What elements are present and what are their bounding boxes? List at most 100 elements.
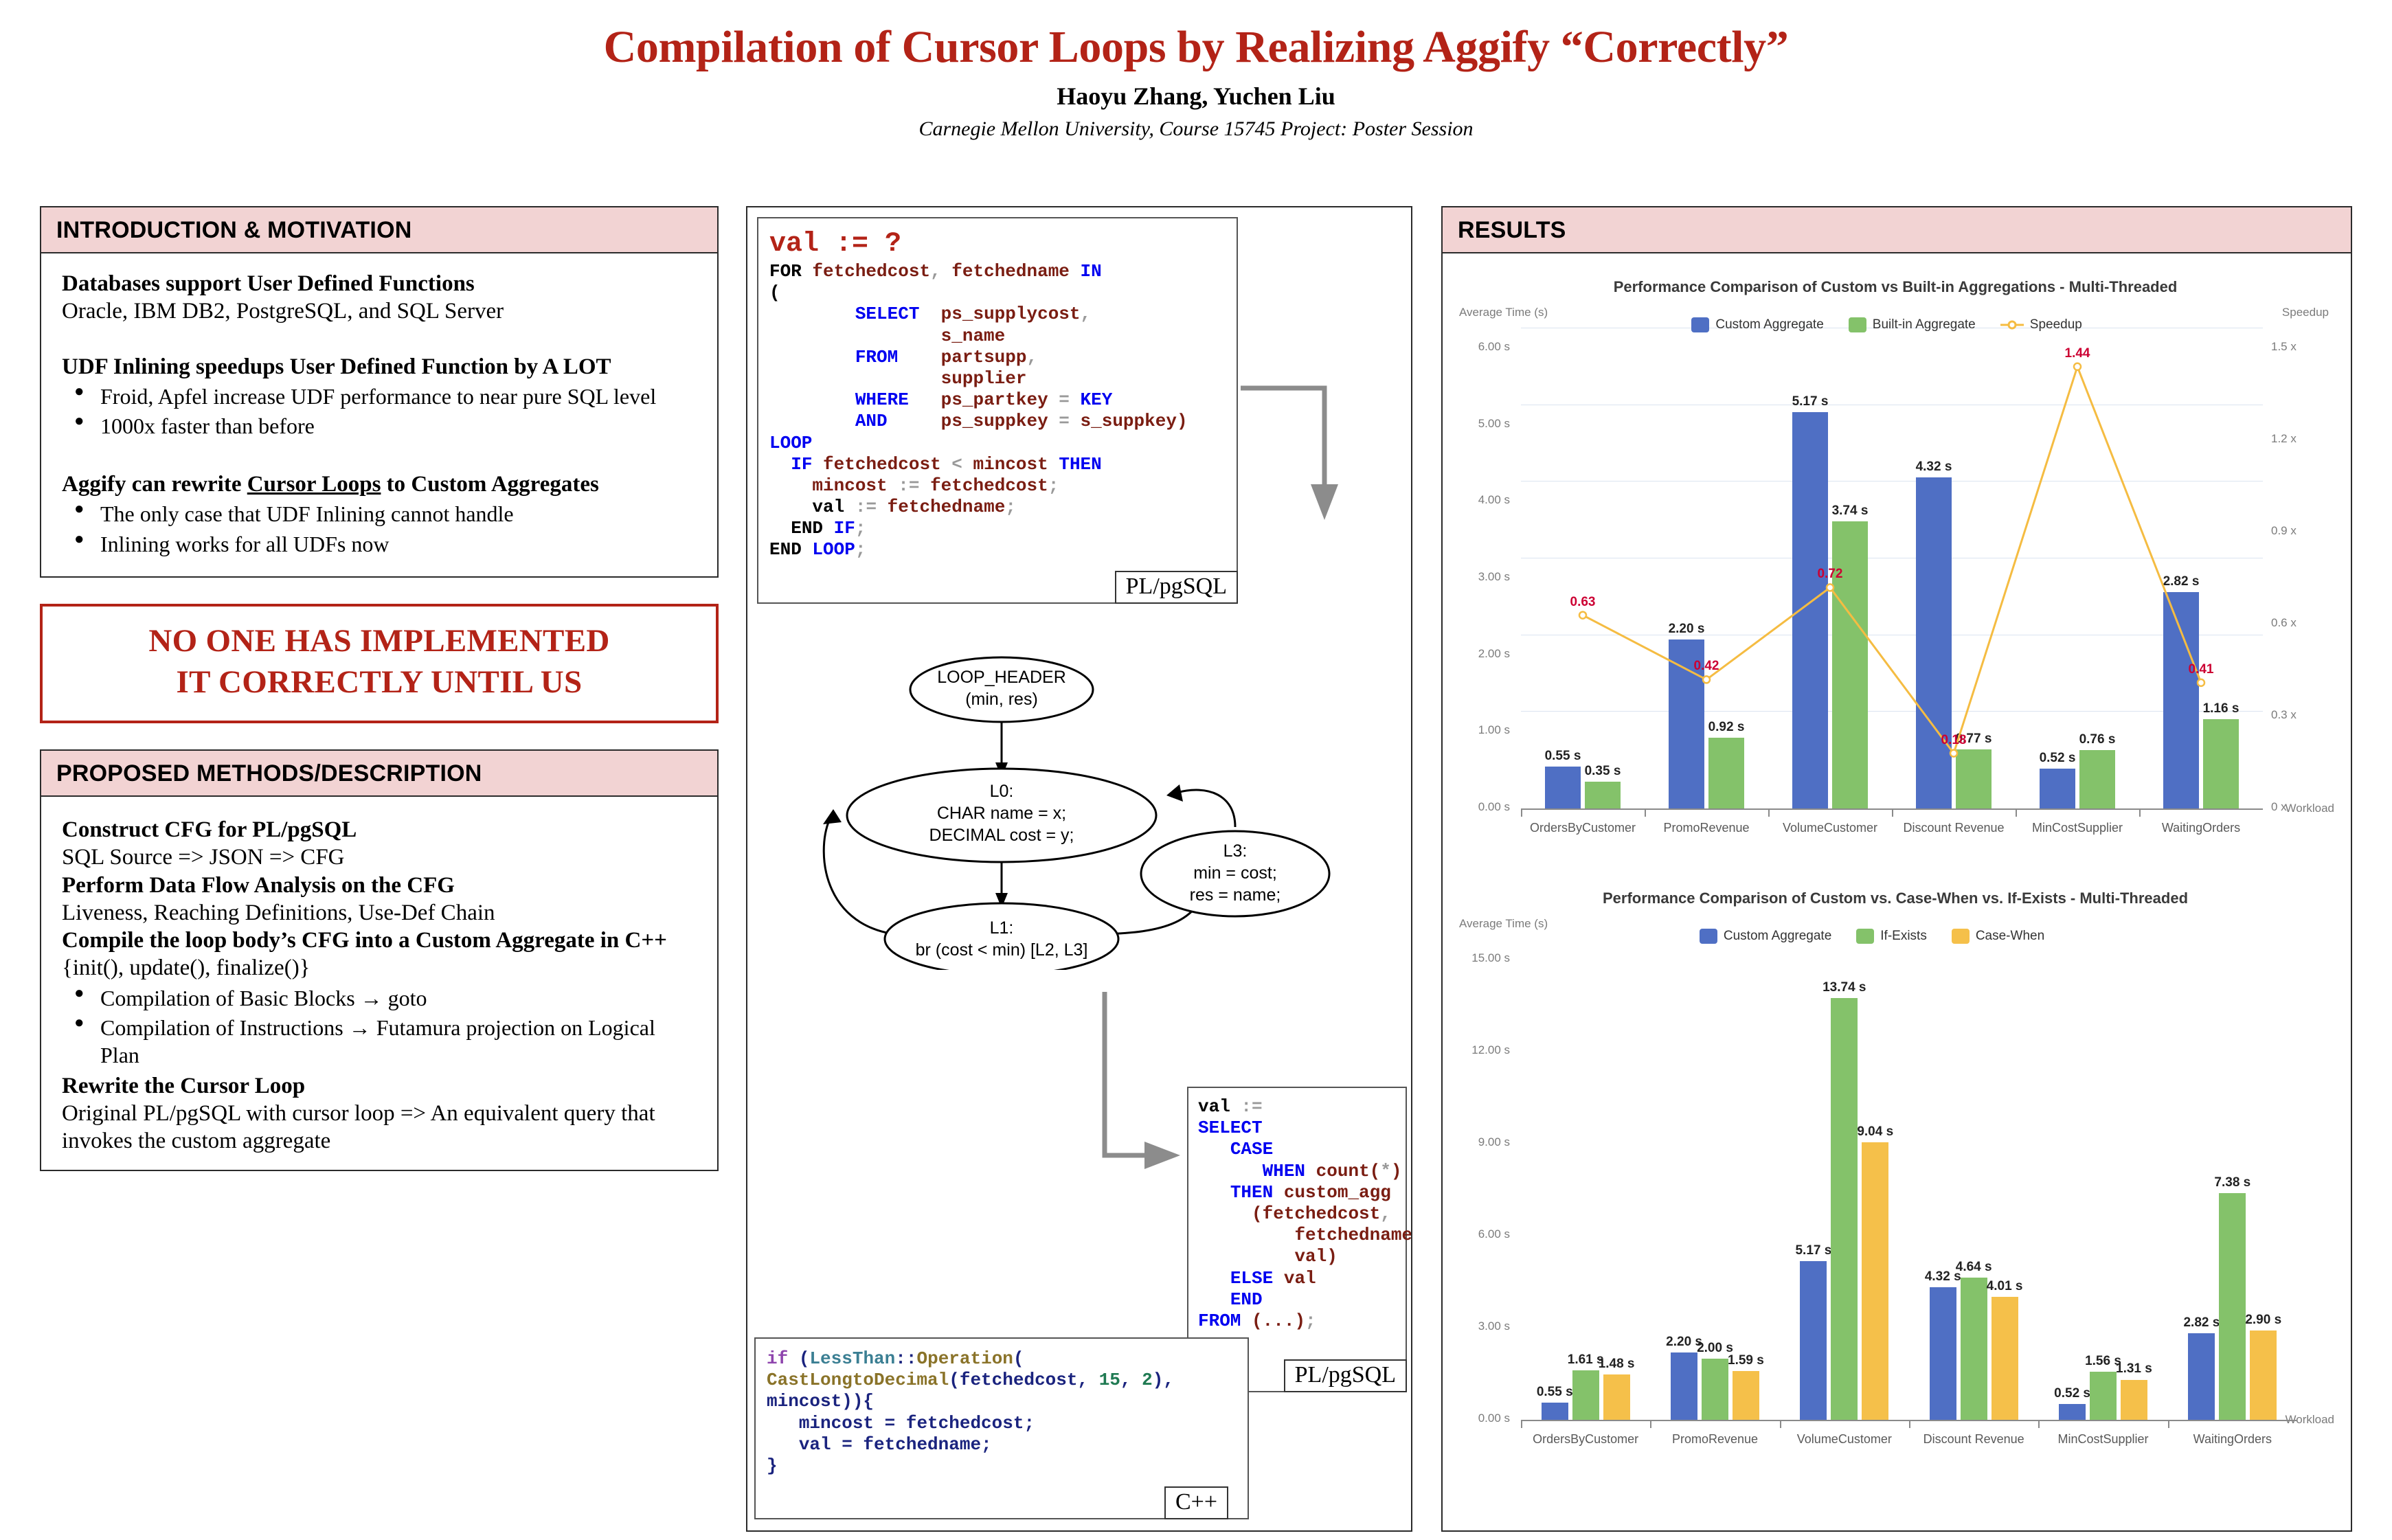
speedup-value-label: 0.42: [1693, 659, 1719, 674]
list-item: Compilation of Basic Blocks → goto: [62, 984, 699, 1012]
legend-label: Built-in Aggregate: [1872, 317, 1976, 332]
bar-value-label: 7.38 s: [2214, 1175, 2251, 1190]
bar-value-label: 0.55 s: [1544, 748, 1581, 763]
legend-line-swatch: [2000, 319, 2024, 331]
lang-tag-plpgsql-original: PL/pgSQL: [1114, 571, 1238, 604]
chart-custom-vs-builtin: Performance Comparison of Custom vs Buil…: [1452, 266, 2338, 870]
bar-built-in-aggregate: [1956, 749, 1992, 808]
flow-arrow-down-icon: [1241, 385, 1338, 520]
bar-custom-aggregate: [2188, 1333, 2215, 1420]
introduction-header: INTRODUCTION & MOTIVATION: [41, 207, 717, 253]
middle-column: val := ? FOR fetchedcost, fetchedname IN…: [746, 206, 1412, 1532]
chart-title: Performance Comparison of Custom vs Buil…: [1613, 278, 2178, 295]
speedup-value-label: 0.63: [1570, 594, 1596, 609]
cfg-node-l3-line1: min = cost;: [1193, 863, 1277, 883]
intro-block3-lead-post: to Custom Aggregates: [381, 472, 599, 497]
bar-case-when: [1862, 1142, 1889, 1420]
x-axis-tick: MinCostSupplier: [2031, 821, 2123, 835]
bar-built-in-aggregate: [2079, 750, 2115, 808]
y2-axis-tick: 0.3 x: [2271, 708, 2297, 721]
x-axis-tick: WaitingOrders: [2193, 1432, 2272, 1446]
x-axis-tickmark: [2139, 808, 2141, 817]
bar-if-exists: [2219, 1193, 2246, 1420]
bar-value-label: 13.74 s: [1823, 980, 1866, 995]
code-body-plpgsql-original: FOR fetchedcost, fetchedname IN ( SELECT…: [769, 261, 1188, 560]
callout-banner: NO ONE HAS IMPLEMENTED IT CORRECTLY UNTI…: [40, 603, 719, 723]
bar-value-label: 0.35 s: [1584, 763, 1621, 778]
bar-value-label: 9.04 s: [1857, 1124, 1894, 1140]
bar-value-label: 4.32 s: [1915, 459, 1952, 474]
flow-arrow-right-icon: [1102, 992, 1180, 1169]
y2-axis-label: Speedup: [2281, 306, 2329, 319]
right-column: RESULTS Performance Comparison of Custom…: [1441, 206, 2352, 1532]
methods-item-0-sub: SQL Source => JSON => CFG: [62, 845, 345, 870]
callout-line-1: NO ONE HAS IMPLEMENTED: [148, 622, 610, 659]
gridline: [1521, 481, 2263, 482]
y-axis-tick: 15.00 s: [1471, 951, 1510, 964]
x-axis-tick: PromoRevenue: [1671, 1432, 1759, 1446]
list-item: 1000x faster than before: [62, 411, 699, 440]
pipeline-panel: val := ? FOR fetchedcost, fetchedname IN…: [746, 206, 1412, 1532]
y-axis-label: Average Time (s): [1459, 306, 1548, 319]
poster-header: Compilation of Cursor Loops by Realizing…: [0, 0, 2392, 141]
list-item: The only case that UDF Inlining cannot h…: [62, 499, 699, 528]
introduction-body: Databases support User Defined Functions…: [41, 253, 717, 576]
bar-custom-aggregate: [1929, 1287, 1956, 1420]
x-axis-tick: OrdersByCustomer: [1529, 821, 1636, 835]
legend-label: Custom Aggregate: [1723, 929, 1832, 943]
bar-if-exists: [1831, 998, 1858, 1420]
x-axis-tickmark: [2016, 808, 2017, 817]
intro-block1-sub: Oracle, IBM DB2, PostgreSQL, and SQL Ser…: [62, 299, 504, 324]
bar-custom-aggregate: [2059, 1403, 2086, 1420]
bar-value-label: 4.64 s: [1955, 1259, 1992, 1274]
affiliation: Carnegie Mellon University, Course 15745…: [918, 117, 1474, 141]
bar-case-when: [2120, 1379, 2147, 1420]
lang-tag-cpp: C++: [1164, 1486, 1228, 1519]
callout-line-2: IT CORRECTLY UNTIL US: [176, 664, 583, 700]
cfg-node-l0-line2: DECIMAL cost = y;: [929, 826, 1074, 845]
bar-custom-aggregate: [1541, 1403, 1568, 1420]
bar-custom-aggregate: [2040, 768, 2075, 808]
intro-block2-lead: UDF Inlining speedups User Defined Funct…: [62, 354, 611, 379]
cfg-node-l1-line1: br (cost < min) [L2, L3]: [916, 940, 1088, 960]
lang-tag-plpgsql-rewrite: PL/pgSQL: [1283, 1359, 1407, 1392]
x-axis-tickmark: [2167, 1420, 2169, 1428]
bar-custom-aggregate: [1800, 1261, 1827, 1420]
x-axis-tick: MinCostSupplier: [2057, 1432, 2149, 1446]
legend-label: Case-When: [1975, 929, 2045, 943]
intro-block3-lead-underlined: Cursor Loops: [247, 472, 381, 497]
bar-value-label: 2.82 s: [2163, 574, 2200, 589]
bar-value-label: 1.31 s: [2116, 1361, 2152, 1377]
bar-if-exists: [1572, 1370, 1599, 1420]
cfg-node-l0-line1: CHAR name = x;: [937, 804, 1066, 823]
methods-item-0-lead: Construct CFG for PL/pgSQL: [62, 817, 357, 842]
intro-block3-lead-pre: Aggify can rewrite: [62, 472, 247, 497]
bar-value-label: 1.48 s: [1598, 1356, 1635, 1371]
legend-item: Speedup: [2000, 317, 2082, 332]
cfg-node-l0-line0: L0:: [990, 782, 1014, 801]
x-axis-tick: VolumeCustomer: [1796, 1432, 1892, 1446]
y-axis-tick: 9.00 s: [1478, 1135, 1510, 1148]
cfg-node-l1-line0: L1:: [990, 918, 1014, 938]
x-axis-tickmark: [1521, 808, 1522, 817]
y2-axis-tick: 0 x: [2271, 800, 2287, 813]
legend-item: Custom Aggregate: [1699, 929, 1832, 944]
bar-custom-aggregate: [2163, 592, 2199, 808]
x-axis-tickmark: [1779, 1420, 1781, 1428]
bar-custom-aggregate: [1916, 477, 1952, 808]
legend-item: Built-in Aggregate: [1848, 317, 1976, 332]
bar-built-in-aggregate: [1585, 781, 1621, 808]
code-title-val: val := ?: [769, 229, 902, 260]
x-axis-tick: Discount Revenue: [1903, 821, 2005, 835]
y-axis-tick: 4.00 s: [1478, 493, 1510, 507]
legend-item: If-Exists: [1856, 929, 1927, 944]
page-title: Compilation of Cursor Loops by Realizing…: [603, 22, 1789, 72]
intro-block3-lead: Aggify can rewrite Cursor Loops to Custo…: [62, 471, 699, 498]
bar-value-label: 5.17 s: [1792, 394, 1829, 409]
methods-item-2-lead-text: Compile the loop body’s CFG into a Custo…: [62, 928, 667, 953]
methods-item-3-lead: Rewrite the Cursor Loop: [62, 1073, 306, 1098]
code-body-cpp: if (LessThan::Operation( CastLongtoDecim…: [767, 1348, 1174, 1476]
bar-if-exists: [2090, 1372, 2117, 1420]
intro-block3-bullets: The only case that UDF Inlining cannot h…: [62, 499, 699, 558]
y-axis-label: Average Time (s): [1459, 917, 1548, 930]
